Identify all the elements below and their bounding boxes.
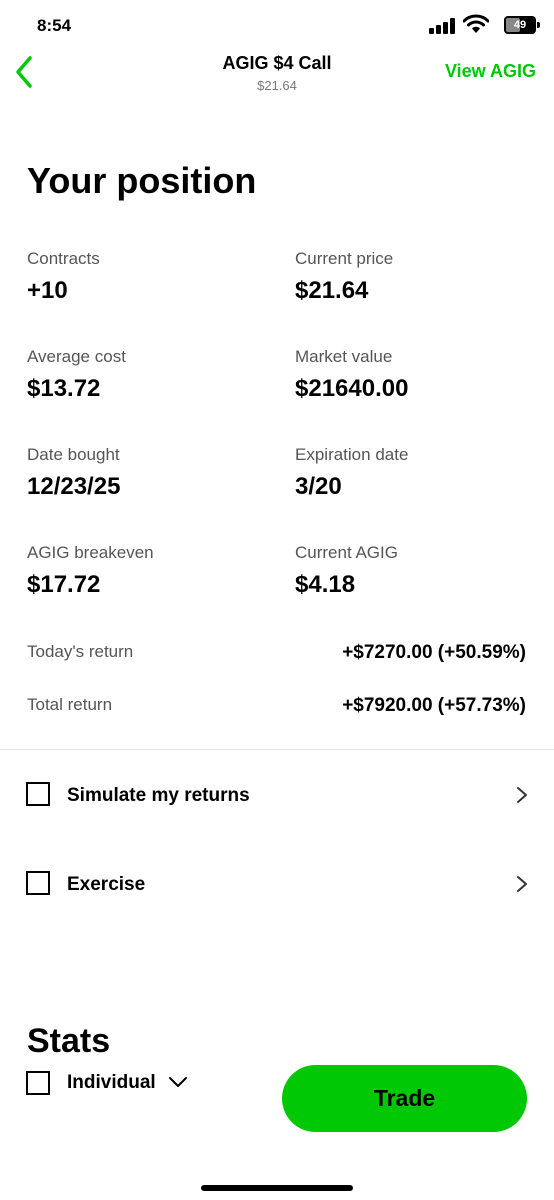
exercise-label: Exercise bbox=[67, 874, 146, 895]
position-title: Your position bbox=[27, 160, 257, 201]
market-value-label: Market value bbox=[295, 347, 393, 366]
total-return-value: +$7920.00 (+57.73%) bbox=[342, 695, 526, 716]
breakeven-value: $17.72 bbox=[27, 571, 101, 598]
home-indicator bbox=[201, 1185, 353, 1191]
average-cost-value: $13.72 bbox=[27, 375, 101, 402]
status-time: 8:54 bbox=[37, 16, 72, 35]
exercise-checkbox[interactable] bbox=[26, 871, 50, 895]
chevron-right-icon bbox=[517, 876, 527, 892]
breakeven-label: AGIG breakeven bbox=[27, 543, 154, 562]
wifi-icon bbox=[462, 14, 490, 34]
section-divider bbox=[0, 749, 554, 750]
stats-title: Stats bbox=[27, 1022, 111, 1060]
individual-filter-label[interactable]: Individual bbox=[67, 1072, 156, 1094]
chevron-down-icon[interactable] bbox=[168, 1076, 188, 1088]
todays-return-value: +$7270.00 (+50.59%) bbox=[342, 642, 526, 663]
trade-button[interactable]: Trade bbox=[282, 1065, 527, 1132]
view-agig-link[interactable]: View AGIG bbox=[445, 61, 536, 82]
average-cost-label: Average cost bbox=[27, 347, 126, 366]
market-value-value: $21640.00 bbox=[295, 375, 409, 402]
current-price-value: $21.64 bbox=[295, 277, 369, 304]
simulate-returns-label: Simulate my returns bbox=[67, 785, 250, 806]
exercise-row[interactable]: Exercise bbox=[0, 849, 554, 919]
current-price-label: Current price bbox=[295, 249, 394, 268]
chevron-right-icon bbox=[517, 787, 527, 803]
battery-icon: 49 bbox=[504, 16, 540, 34]
battery-percent: 49 bbox=[513, 19, 527, 31]
contracts-label: Contracts bbox=[27, 249, 100, 268]
simulate-returns-checkbox[interactable] bbox=[26, 782, 50, 806]
simulate-returns-row[interactable]: Simulate my returns bbox=[0, 760, 554, 830]
contracts-value: +10 bbox=[27, 277, 68, 304]
signal-icon bbox=[429, 18, 456, 34]
todays-return-label: Today's return bbox=[27, 642, 134, 661]
date-bought-value: 12/23/25 bbox=[27, 473, 121, 500]
total-return-label: Total return bbox=[27, 695, 113, 714]
current-agig-label: Current AGIG bbox=[295, 543, 398, 562]
date-bought-label: Date bought bbox=[27, 445, 120, 464]
current-agig-value: $4.18 bbox=[295, 571, 356, 598]
expiration-date-label: Expiration date bbox=[295, 445, 409, 464]
expiration-date-value: 3/20 bbox=[295, 473, 342, 500]
individual-checkbox[interactable] bbox=[26, 1071, 50, 1095]
